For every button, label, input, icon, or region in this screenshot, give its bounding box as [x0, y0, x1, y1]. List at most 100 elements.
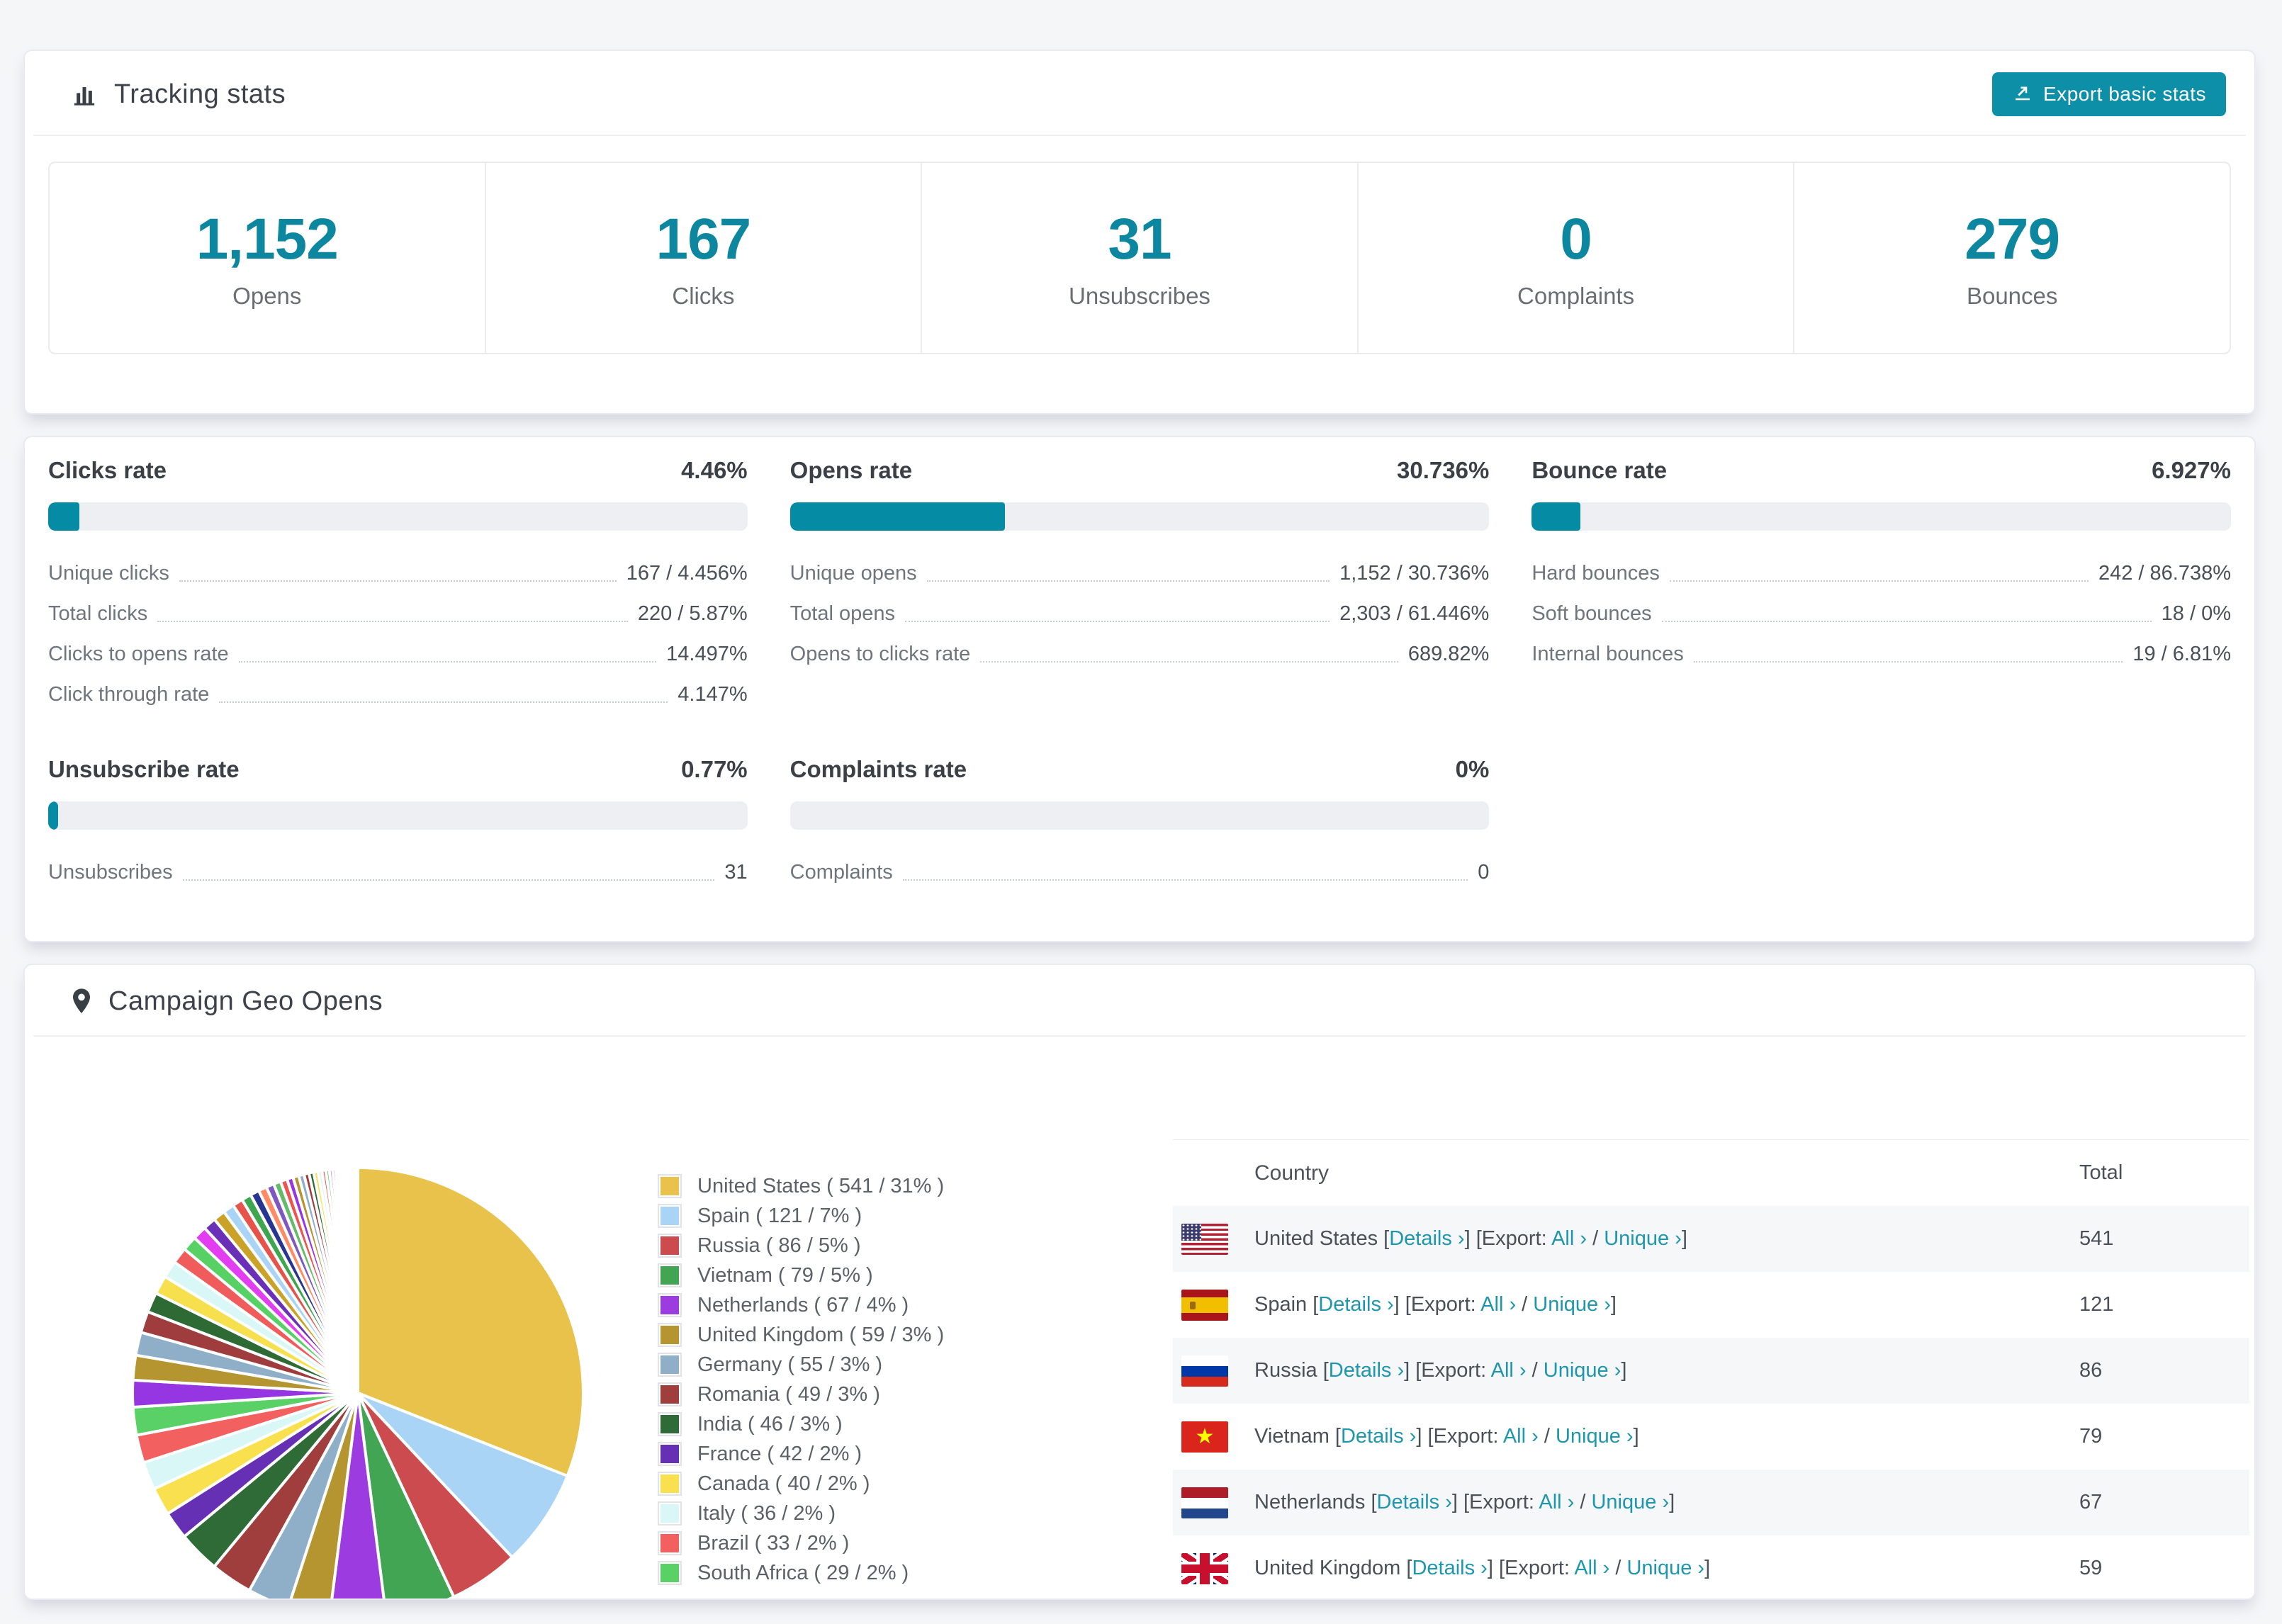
bracket: ]: [1681, 1227, 1687, 1250]
rate-row-label: Unique clicks: [48, 562, 169, 585]
slash: /: [1516, 1293, 1534, 1316]
export-unique-link[interactable]: Unique ›: [1533, 1293, 1611, 1316]
geo-total-cell: 67: [2079, 1491, 2103, 1513]
rate-value: 0%: [1455, 756, 1490, 782]
rate-row: Opens to clicks rate 689.82%: [790, 634, 1490, 675]
rate-row: Complaints 0: [790, 852, 1490, 893]
legend-item: Germany ( 55 / 3% ): [658, 1350, 944, 1380]
geo-total-cell: 121: [2079, 1293, 2114, 1316]
flag-cell: [1181, 1355, 1228, 1387]
stat-label: Bounces: [1966, 283, 2058, 309]
geo-country-cell: Vietnam [Details ›] [Export: All › / Uni…: [1254, 1425, 2079, 1448]
bracket: [: [1322, 1359, 1329, 1382]
rate-row-value: 14.497%: [666, 643, 748, 665]
geo-country-cell: Netherlands [Details ›] [Export: All › /…: [1254, 1491, 2079, 1514]
bracket: ]: [1621, 1359, 1627, 1382]
slash: /: [1538, 1425, 1556, 1448]
geo-country-cell: United Kingdom [Details ›] [Export: All …: [1254, 1557, 2079, 1580]
legend-label: Germany ( 55 / 3% ): [697, 1353, 883, 1376]
slash: /: [1526, 1359, 1544, 1382]
export-all-link[interactable]: All ›: [1551, 1227, 1587, 1250]
rate-rows: Unique clicks 167 / 4.456% Total clicks 220…: [48, 553, 748, 715]
geo-table-row: Spain [Details ›] [Export: All › / Uniqu…: [1173, 1272, 2249, 1338]
vn-flag-icon: [1181, 1421, 1228, 1453]
export-unique-link[interactable]: Unique ›: [1544, 1359, 1621, 1382]
rate-title: Clicks rate: [48, 457, 167, 483]
geo-table-header: Country Total: [1173, 1140, 2249, 1206]
gb-flag-icon: [1181, 1552, 1228, 1584]
legend-swatch: [658, 1561, 682, 1585]
legend-swatch: [658, 1204, 682, 1228]
dotted-leader: [980, 660, 1398, 662]
rate-row: Soft bounces 18 / 0%: [1531, 594, 2231, 634]
dotted-leader: [219, 701, 668, 703]
details-link[interactable]: Details ›: [1389, 1227, 1464, 1250]
geo-table-row: United States [Details ›] [Export: All ›…: [1173, 1206, 2249, 1272]
dotted-leader: [182, 879, 715, 881]
legend-swatch: [658, 1353, 682, 1377]
stat-value: 279: [1965, 207, 2060, 271]
bracket: ] [Export:: [1404, 1359, 1491, 1382]
rate-rows: Complaints 0: [790, 852, 1490, 893]
geo-table-row: Russia [Details ›] [Export: All › / Uniq…: [1173, 1338, 2249, 1404]
geo-total-cell: 79: [2079, 1425, 2103, 1448]
legend-label: Romania ( 49 / 3% ): [697, 1382, 880, 1406]
legend-item: Vietnam ( 79 / 5% ): [658, 1261, 944, 1290]
export-all-link[interactable]: All ›: [1480, 1293, 1516, 1316]
rate-row-label: Internal bounces: [1531, 643, 1684, 665]
geo-country-cell: United States [Details ›] [Export: All ›…: [1254, 1227, 2079, 1251]
legend-item: United Kingdom ( 59 / 3% ): [658, 1320, 944, 1350]
details-link[interactable]: Details ›: [1377, 1491, 1452, 1513]
stat-label: Opens: [232, 283, 302, 309]
rate-value: 0.77%: [681, 756, 748, 782]
export-all-link[interactable]: All ›: [1539, 1491, 1574, 1513]
bracket: ]: [1633, 1425, 1639, 1448]
legend-label: Italy ( 36 / 2% ): [697, 1501, 836, 1525]
rate-title: Complaints rate: [789, 756, 967, 782]
legend-label: Russia ( 86 / 5% ): [697, 1234, 861, 1257]
stat-value: 31: [1108, 207, 1171, 271]
geo-header-divider: [33, 1035, 2246, 1037]
progress-bar: [1531, 502, 2231, 531]
export-all-link[interactable]: All ›: [1491, 1359, 1527, 1382]
legend-item: Italy ( 36 / 2% ): [658, 1499, 944, 1528]
country-name: Russia: [1254, 1359, 1323, 1382]
bracket: ]: [1669, 1491, 1675, 1513]
details-link[interactable]: Details ›: [1318, 1293, 1393, 1316]
export-unique-link[interactable]: Unique ›: [1591, 1491, 1669, 1513]
rate-row-value: 1,152 / 30.736%: [1339, 562, 1490, 585]
legend-swatch: [658, 1382, 682, 1406]
export-icon: [2012, 81, 2033, 108]
rate-row-label: Unsubscribes: [48, 861, 173, 884]
export-unique-link[interactable]: Unique ›: [1626, 1557, 1704, 1579]
progress-bar-fill: [789, 502, 1005, 531]
nl-flag-icon: [1181, 1487, 1228, 1518]
bracket: [: [1334, 1425, 1341, 1448]
bracket: ]: [1610, 1293, 1617, 1316]
rate-panel-1: Opens rate 30.736% Unique opens 1,152 / 30.…: [789, 457, 1490, 715]
rate-row-value: 4.147%: [678, 683, 748, 706]
rate-row-value: 167 / 4.456%: [626, 562, 748, 585]
export-all-link[interactable]: All ›: [1503, 1425, 1539, 1448]
geo-country-cell: Russia [Details ›] [Export: All › / Uniq…: [1254, 1359, 2079, 1382]
geo-total-cell: 59: [2079, 1557, 2103, 1579]
details-link[interactable]: Details ›: [1341, 1425, 1416, 1448]
slash: /: [1587, 1227, 1604, 1250]
legend-swatch: [658, 1531, 682, 1555]
bracket: ] [Export:: [1464, 1227, 1552, 1250]
tracking-stats-title: Tracking stats: [70, 79, 286, 110]
export-basic-stats-button[interactable]: Export basic stats: [1992, 72, 2226, 116]
legend-item: Spain ( 121 / 7% ): [658, 1201, 944, 1231]
legend-label: Vietnam ( 79 / 5% ): [697, 1263, 873, 1287]
details-link[interactable]: Details ›: [1412, 1557, 1487, 1579]
export-unique-link[interactable]: Unique ›: [1556, 1425, 1634, 1448]
tracking-stats-header: Tracking stats Export basic stats: [25, 51, 2254, 116]
legend-label: Netherlands ( 67 / 4% ): [697, 1293, 909, 1316]
rate-row: Hard bounces 242 / 86.738%: [1531, 553, 2231, 594]
es-flag-icon: [1181, 1289, 1228, 1321]
details-link[interactable]: Details ›: [1329, 1359, 1404, 1382]
rate-panel-head: Opens rate 30.736%: [790, 457, 1490, 484]
stat-value: 167: [656, 207, 751, 271]
export-unique-link[interactable]: Unique ›: [1604, 1227, 1682, 1250]
export-all-link[interactable]: All ›: [1574, 1557, 1609, 1579]
